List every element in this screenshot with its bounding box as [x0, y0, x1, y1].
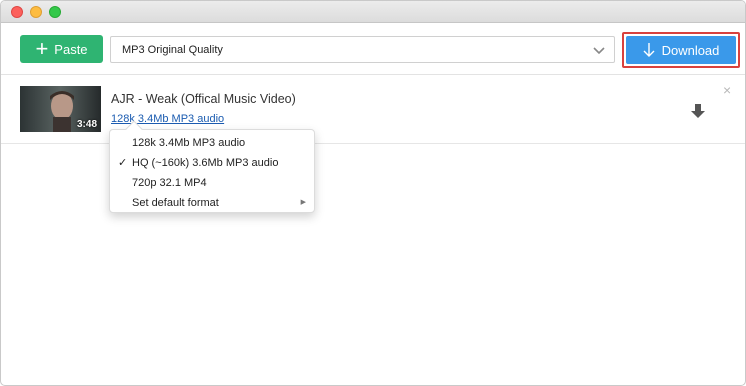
menu-item-set-default-format[interactable]: Set default format ▶ [110, 193, 314, 213]
format-link[interactable]: 128k 3.4Mb MP3 audio [111, 113, 224, 125]
window-minimize-button[interactable] [30, 6, 42, 18]
window-maximize-button[interactable] [49, 6, 61, 18]
paste-button[interactable]: + Paste [20, 35, 103, 63]
app-window: + Paste MP3 Original Quality Download 3:… [0, 0, 746, 386]
menu-item-label: 720p 32.1 MP4 [132, 177, 207, 189]
menu-item-hq-mp3[interactable]: ✓ HQ (~160k) 3.6Mb MP3 audio [110, 153, 314, 173]
chevron-down-icon [593, 47, 605, 55]
download-arrow-icon[interactable] [689, 102, 707, 120]
video-title: AJR - Weak (Offical Music Video) [111, 92, 296, 106]
title-bar [1, 1, 745, 23]
format-dropdown-menu: 128k 3.4Mb MP3 audio ✓ HQ (~160k) 3.6Mb … [109, 120, 315, 213]
close-icon[interactable]: × [723, 82, 731, 98]
arrow-down-icon [643, 43, 655, 57]
paste-label: Paste [54, 41, 88, 57]
quality-select[interactable]: MP3 Original Quality [110, 36, 615, 63]
plus-icon: + [35, 36, 49, 61]
menu-item-128k-mp3[interactable]: 128k 3.4Mb MP3 audio [110, 133, 314, 153]
download-button[interactable]: Download [626, 36, 736, 64]
menu-item-label: HQ (~160k) 3.6Mb MP3 audio [132, 157, 279, 169]
menu-item-label: Set default format [132, 197, 219, 209]
video-thumbnail[interactable]: 3:48 [20, 86, 101, 132]
video-duration: 3:48 [76, 119, 97, 130]
toolbar: + Paste MP3 Original Quality Download [1, 23, 745, 75]
menu-item-label: 128k 3.4Mb MP3 audio [132, 137, 246, 149]
checkmark-icon: ✓ [118, 157, 128, 169]
menu-item-720p-mp4[interactable]: 720p 32.1 MP4 [110, 173, 314, 193]
quality-select-value: MP3 Original Quality [122, 43, 223, 56]
submenu-arrow-icon: ▶ [300, 199, 306, 206]
download-label: Download [661, 42, 720, 58]
window-close-button[interactable] [11, 6, 23, 18]
